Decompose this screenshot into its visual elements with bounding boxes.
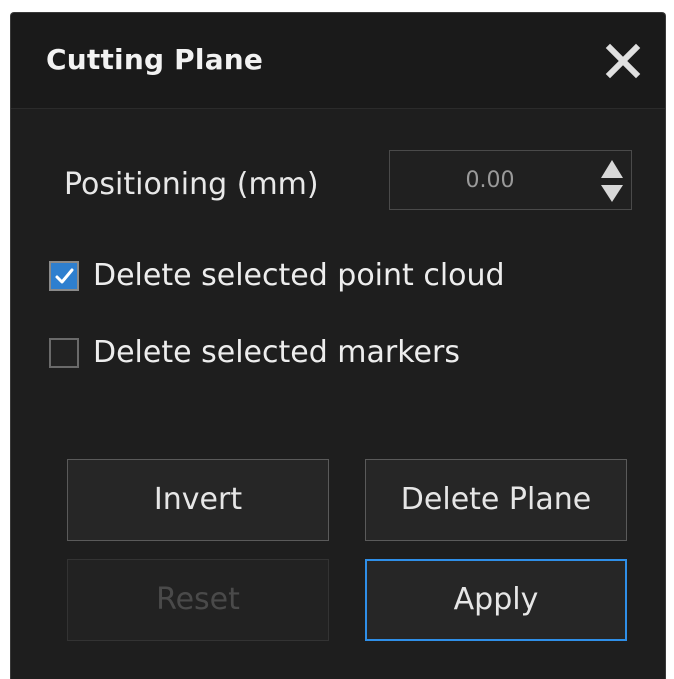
close-icon[interactable] <box>605 43 641 79</box>
dialog-titlebar: Cutting Plane <box>11 13 665 109</box>
delete-point-cloud-option[interactable]: Delete selected point cloud <box>49 258 505 293</box>
reset-button[interactable]: Reset <box>67 559 329 641</box>
cutting-plane-dialog: Cutting Plane Positioning (mm) 0.00 Dele… <box>10 12 666 679</box>
dialog-title: Cutting Plane <box>46 43 264 76</box>
positioning-stepper[interactable]: 0.00 <box>389 150 632 210</box>
delete-markers-label: Delete selected markers <box>93 335 460 370</box>
delete-point-cloud-checkbox[interactable] <box>49 260 79 291</box>
invert-button[interactable]: Invert <box>67 459 329 541</box>
delete-markers-checkbox[interactable] <box>49 337 79 368</box>
delete-markers-option[interactable]: Delete selected markers <box>49 335 460 370</box>
delete-point-cloud-label: Delete selected point cloud <box>93 258 505 293</box>
spin-down-icon[interactable] <box>599 182 625 206</box>
positioning-label: Positioning (mm) <box>64 167 319 202</box>
spin-up-icon[interactable] <box>599 157 625 181</box>
positioning-value[interactable]: 0.00 <box>390 168 590 193</box>
delete-plane-button[interactable]: Delete Plane <box>365 459 627 541</box>
apply-button[interactable]: Apply <box>365 559 627 641</box>
